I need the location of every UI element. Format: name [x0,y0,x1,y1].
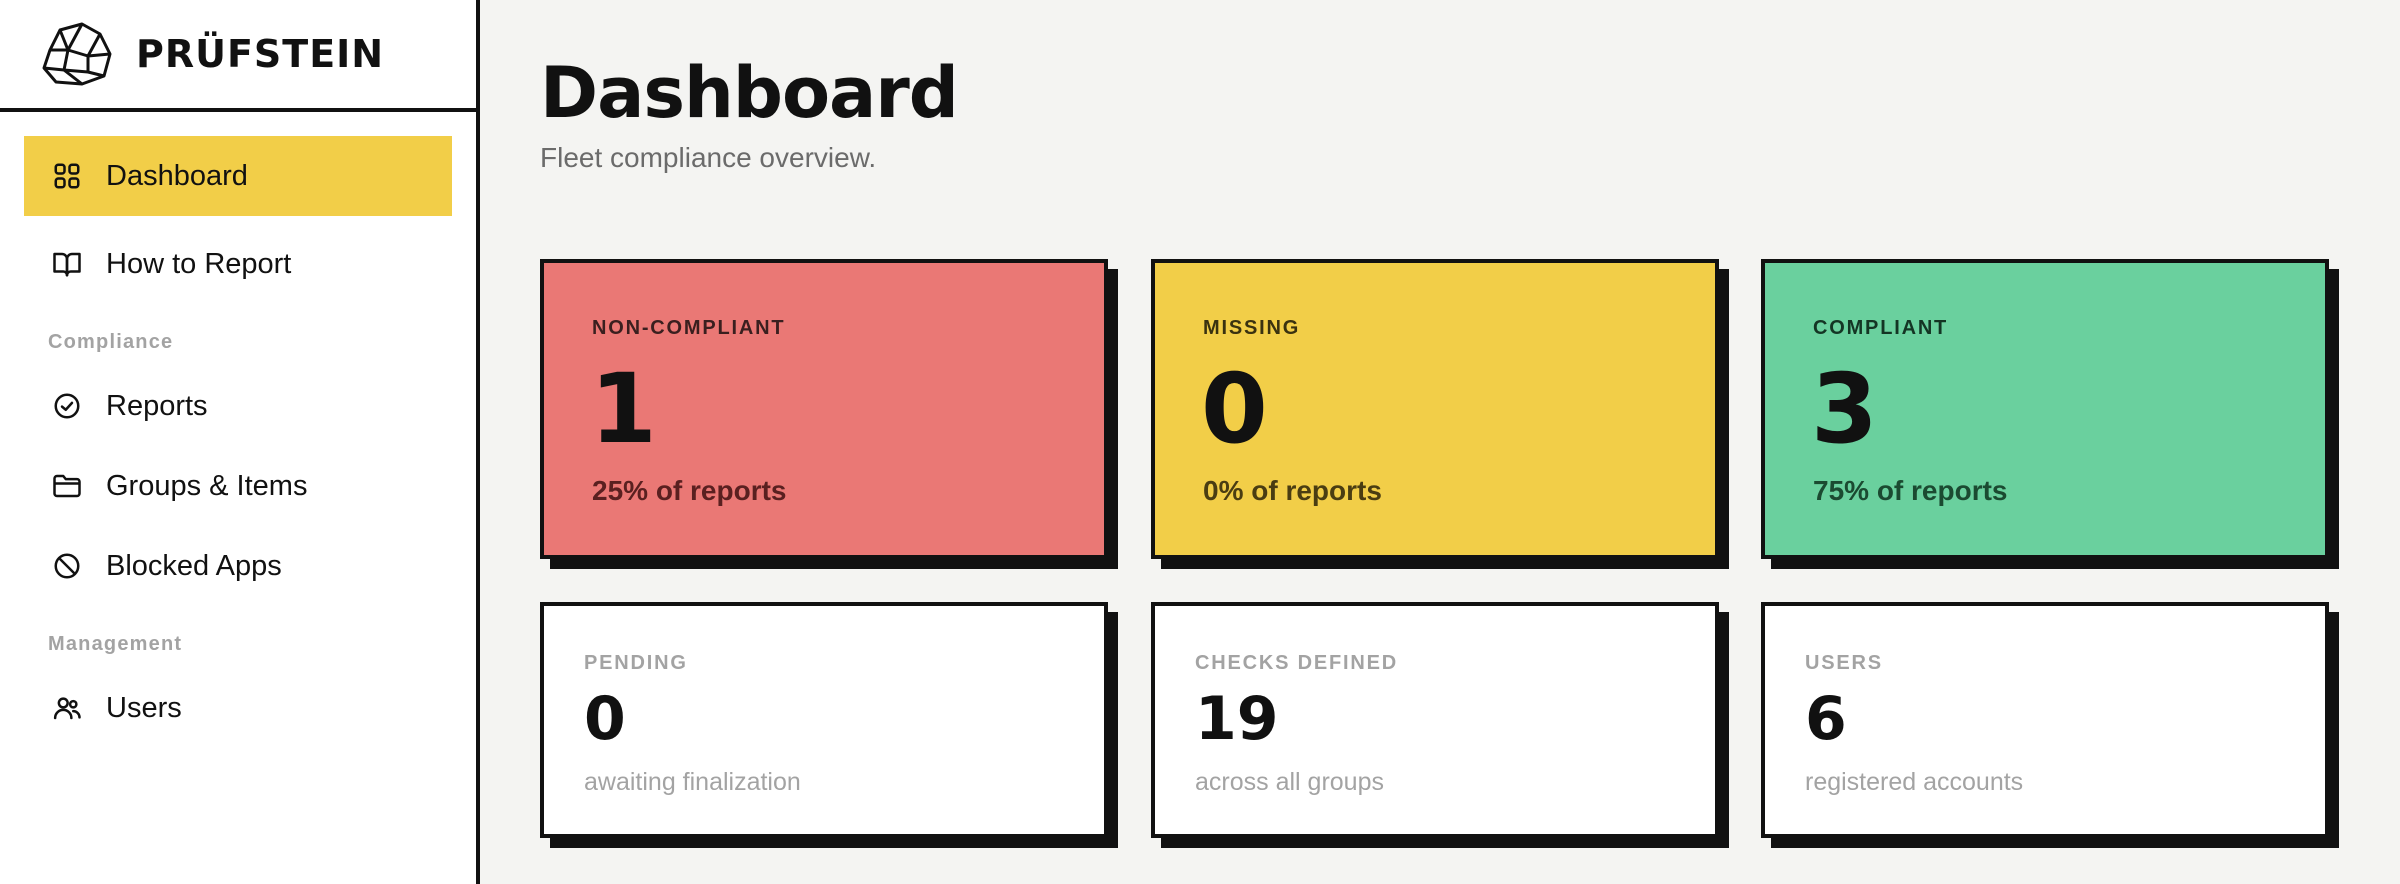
brand-name: PRÜFSTEIN [136,32,385,76]
stat-card-missing[interactable]: MISSING 0 0% of reports [1151,259,1719,559]
stat-value: 0 [1201,353,1268,465]
stat-note: registered accounts [1805,768,2024,796]
stat-value: 1 [590,353,657,465]
stat-card-checks-defined[interactable]: CHECKS DEFINED 19 across all groups [1151,602,1719,838]
sidebar-item-label: Reports [106,389,208,422]
stone-logo-icon [38,20,114,88]
sidebar-item-label: Dashboard [106,159,248,192]
sidebar-item-label: Users [106,691,182,724]
stat-note: 0% of reports [1203,475,1382,506]
brand[interactable]: PRÜFSTEIN [0,0,476,112]
stat-label: NON-COMPLIANT [592,317,786,339]
stat-value: 3 [1811,353,1878,465]
ban-icon [52,551,82,581]
page-title: Dashboard [540,52,959,134]
stat-card-compliant[interactable]: COMPLIANT 3 75% of reports [1761,259,2329,559]
stat-label: PENDING [584,652,688,674]
sidebar-item-groups-items[interactable]: Groups & Items [24,446,452,526]
stat-note: awaiting finalization [584,768,801,796]
stat-note: 75% of reports [1813,475,2008,506]
users-icon [52,693,82,723]
sidebar-item-users[interactable]: Users [24,668,452,748]
book-icon [52,249,82,279]
sidebar-item-label: Groups & Items [106,469,308,502]
grid-icon [52,161,82,191]
stat-label: USERS [1805,652,1883,674]
folder-icon [52,471,82,501]
sidebar-item-blocked-apps[interactable]: Blocked Apps [24,526,452,606]
stat-label: CHECKS DEFINED [1195,652,1398,674]
page-subtitle: Fleet compliance overview. [540,142,877,173]
stat-value: 6 [1805,684,1847,754]
stat-card-non-compliant[interactable]: NON-COMPLIANT 1 25% of reports [540,259,1108,559]
stat-value: 19 [1195,684,1279,754]
section-management: Management [48,633,183,655]
sidebar: PRÜFSTEIN Dashboard How to Report Compli… [0,0,480,884]
stat-label: MISSING [1203,317,1301,339]
check-circle-icon [52,391,82,421]
stat-label: COMPLIANT [1813,317,1949,339]
stat-card-pending[interactable]: PENDING 0 awaiting finalization [540,602,1108,838]
stat-note: across all groups [1195,768,1384,796]
stat-card-users[interactable]: USERS 6 registered accounts [1761,602,2329,838]
sidebar-item-label: Blocked Apps [106,549,282,582]
sidebar-item-reports[interactable]: Reports [24,366,452,446]
sidebar-item-dashboard[interactable]: Dashboard [24,136,452,216]
sidebar-item-how-to-report[interactable]: How to Report [24,224,452,304]
main-content: Dashboard Fleet compliance overview. NON… [480,0,2400,884]
stat-note: 25% of reports [592,475,787,506]
stat-value: 0 [584,684,626,754]
section-compliance: Compliance [48,331,174,353]
sidebar-item-label: How to Report [106,247,292,280]
sidebar-nav: Dashboard How to Report Compliance Repor… [0,112,476,748]
